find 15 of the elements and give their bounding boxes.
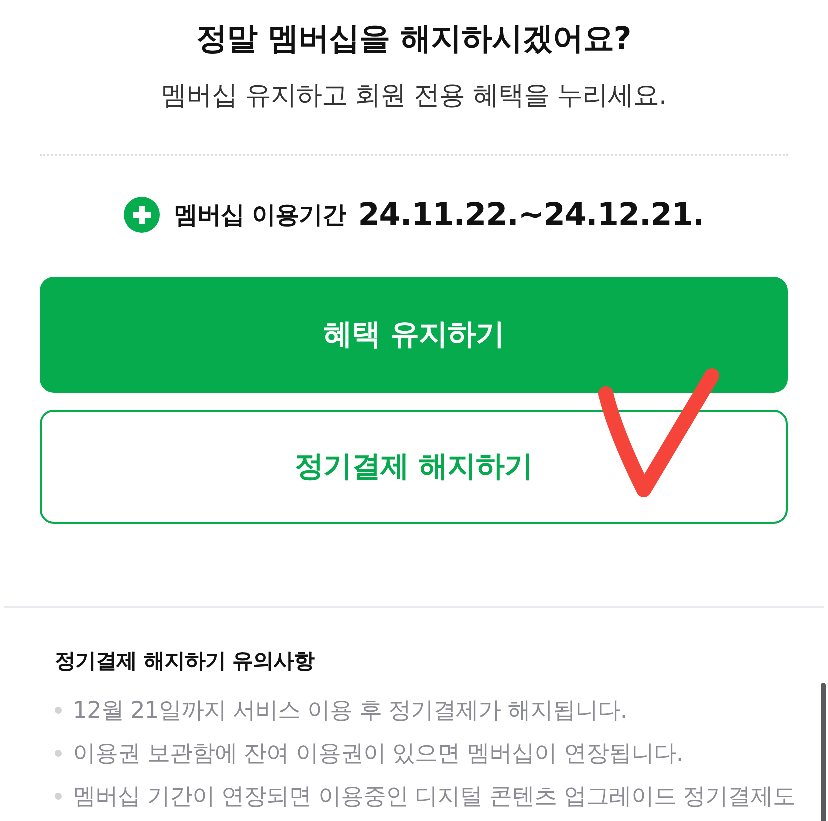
period-label: 멤버십 이용기간: [174, 200, 346, 231]
period-dates: 24.11.22.~24.12.21.: [358, 196, 704, 235]
notice-text: 12월 21일까지 서비스 이용 후 정기결제가 해지됩니다.: [73, 696, 628, 726]
bullet-icon: [55, 750, 62, 757]
bullet-icon: [55, 793, 62, 800]
notice-text: 이용권 보관함에 잔여 이용권이 있으면 멤버십이 연장됩니다.: [73, 740, 684, 768]
cancel-subscription-button[interactable]: 정기결제 해지하기: [40, 410, 788, 524]
bullet-icon: [55, 707, 62, 714]
notice-text: 멤버십 기간이 연장되면 이용중인 디지털 콘텐츠 업그레이드 정기결제도: [73, 782, 796, 812]
scrollbar-thumb[interactable]: [821, 683, 826, 821]
subtitle-text: 멤버십 유지하고 회원 전용 혜택을 누리세요.: [160, 80, 668, 113]
notice-heading: 정기결제 해지하기 유의사항: [55, 648, 316, 675]
page-title: 정말 멤버십을 해지하시겠어요?: [196, 20, 632, 59]
plus-circle-icon: [124, 197, 160, 233]
keep-benefits-button[interactable]: 혜택 유지하기: [40, 277, 788, 393]
